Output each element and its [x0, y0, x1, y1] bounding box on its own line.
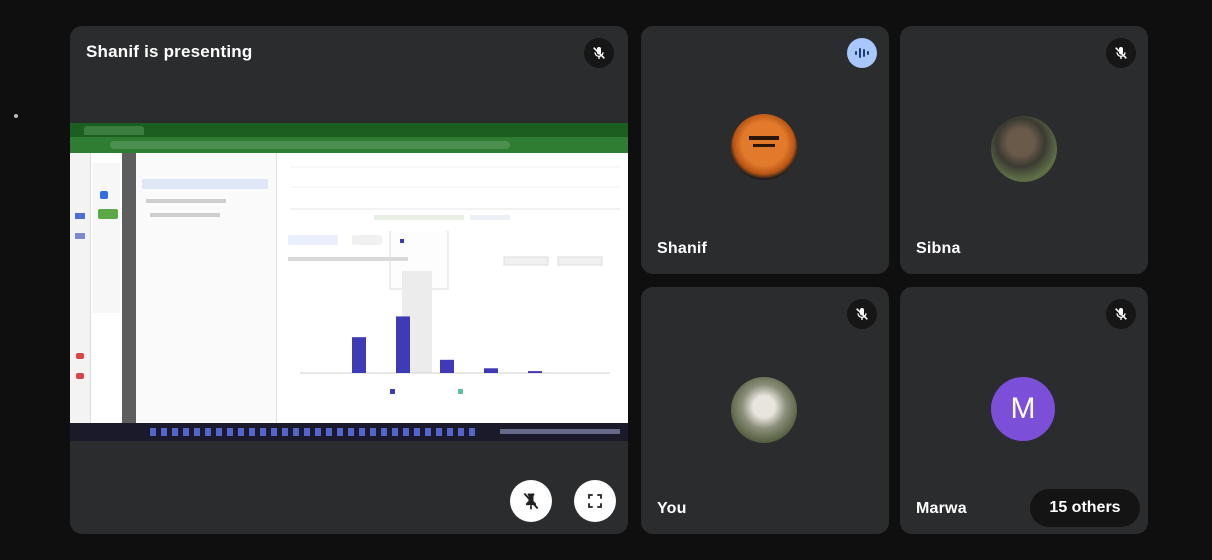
participant-tile-marwa[interactable]: M Marwa 15 others — [900, 287, 1148, 534]
pin-off-icon — [523, 492, 539, 510]
browser-tab-bar — [70, 123, 628, 137]
mic-off-icon — [1106, 38, 1136, 68]
participant-tile-shanif[interactable]: Shanif — [641, 26, 889, 274]
browser-address-bar — [70, 137, 628, 153]
side-column — [92, 163, 120, 313]
unpin-button[interactable] — [510, 480, 552, 522]
chart-bar — [484, 368, 498, 373]
chart-bar — [528, 371, 542, 373]
mic-off-icon — [1106, 299, 1136, 329]
fullscreen-button[interactable] — [574, 480, 616, 522]
chart-bar — [396, 316, 410, 373]
chart-bar — [440, 359, 454, 373]
fullscreen-icon — [588, 494, 602, 508]
mic-off-icon — [847, 299, 877, 329]
taskbar — [70, 423, 628, 441]
participant-tile-you[interactable]: You — [641, 287, 889, 534]
participant-name: Marwa — [916, 500, 967, 517]
avatar — [731, 114, 797, 180]
others-label: 15 others — [1049, 499, 1121, 516]
participant-name: Shanif — [657, 240, 708, 257]
navigation-panel — [136, 153, 277, 423]
participant-tile-sibna[interactable]: Sibna — [900, 26, 1148, 274]
presenting-title: Shanif is presenting — [86, 42, 253, 61]
speaking-indicator-icon — [847, 38, 877, 68]
participant-name: Sibna — [916, 240, 961, 257]
avatar — [991, 116, 1057, 182]
decorative-dot — [14, 114, 18, 118]
participant-name: You — [657, 500, 687, 517]
shared-screen — [70, 123, 628, 441]
avatar — [731, 377, 797, 443]
avatar: M — [991, 377, 1055, 441]
mic-off-icon — [584, 38, 614, 68]
avatar-letter: M — [1010, 392, 1036, 425]
others-button[interactable]: 15 others — [1030, 489, 1140, 527]
toolbar-rail — [122, 153, 136, 423]
upper-chart — [290, 166, 620, 220]
app-rail — [70, 153, 91, 423]
bar-chart — [288, 231, 610, 394]
chart-bar — [352, 337, 366, 373]
